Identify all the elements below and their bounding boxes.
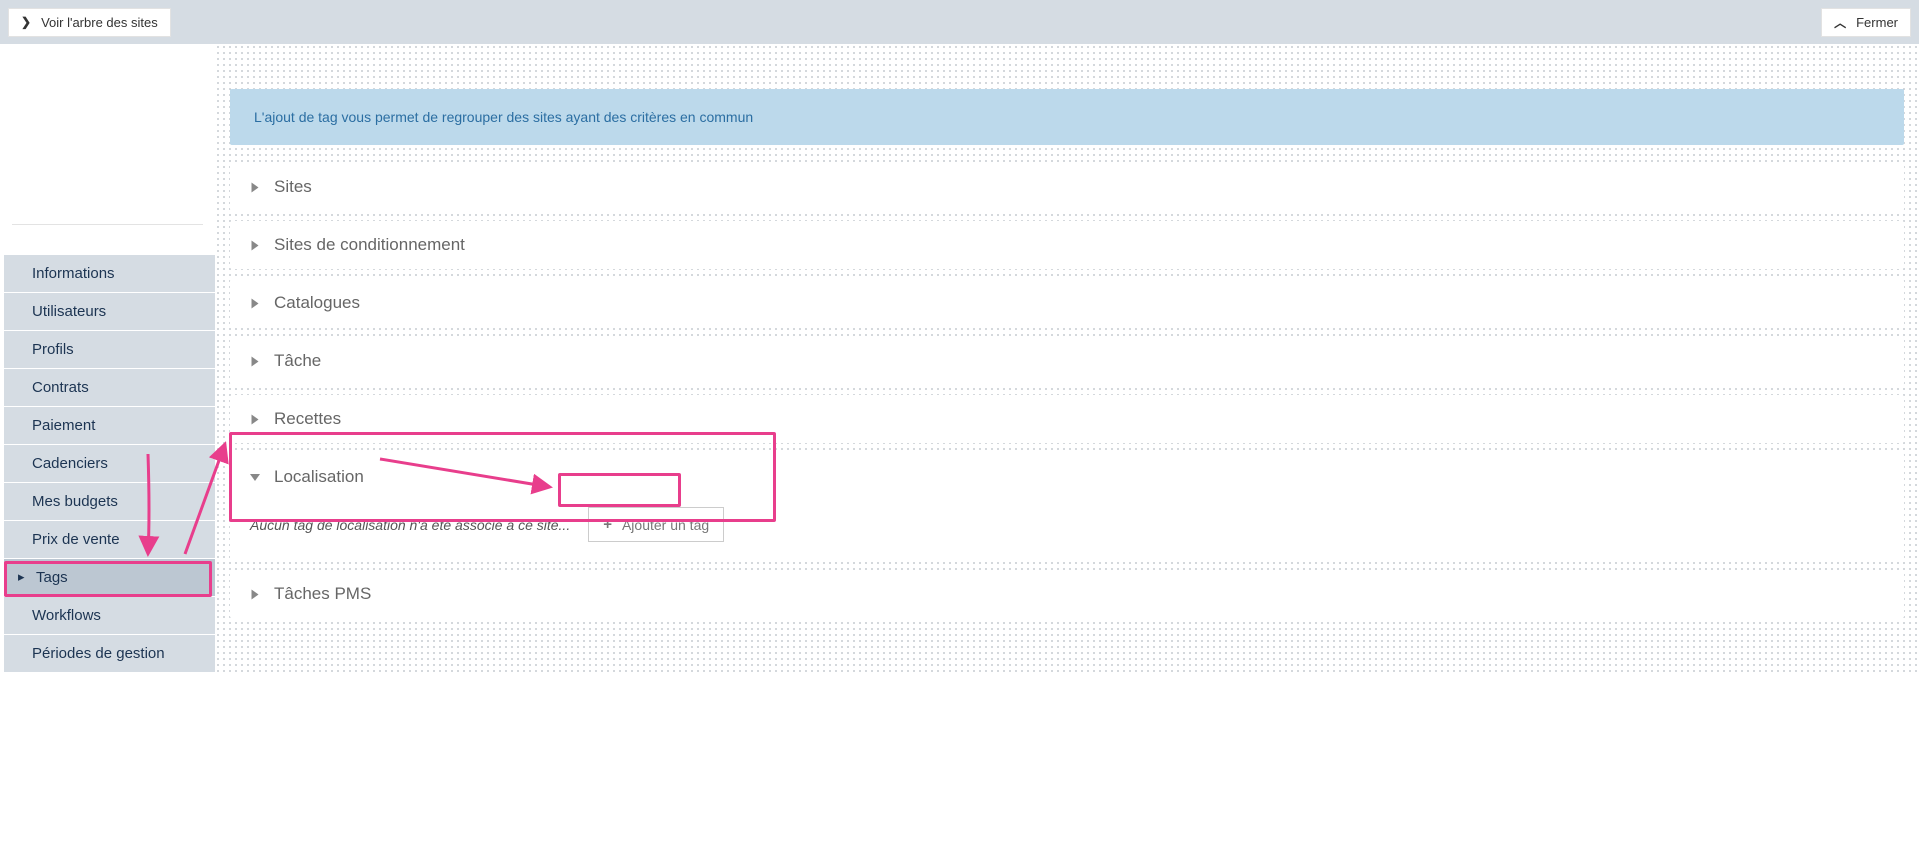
- caret-right-icon: [252, 298, 259, 308]
- accordion-header-catalogues[interactable]: Catalogues: [230, 279, 1904, 327]
- accordion-header-tache[interactable]: Tâche: [230, 337, 1904, 385]
- accordion-header-sites-conditionnement[interactable]: Sites de conditionnement: [230, 221, 1904, 269]
- accordion-body-localisation: Aucun tag de localisation n'a été associ…: [230, 501, 1904, 560]
- accordion-sites-conditionnement: Sites de conditionnement: [230, 221, 1904, 269]
- sidebar-item-utilisateurs[interactable]: Utilisateurs: [4, 293, 215, 330]
- sidebar-item-informations[interactable]: Informations: [4, 255, 215, 292]
- sidebar-item-profils[interactable]: Profils: [4, 331, 215, 368]
- plus-icon: +: [603, 516, 612, 533]
- top-bar: ❯ Voir l'arbre des sites ︿ Fermer: [0, 0, 1919, 44]
- caret-right-icon: [252, 240, 259, 250]
- sidebar-item-contrats[interactable]: Contrats: [4, 369, 215, 406]
- close-label: Fermer: [1856, 15, 1898, 30]
- sidebar-item-workflows[interactable]: Workflows: [4, 597, 215, 634]
- caret-right-icon: [252, 356, 259, 366]
- divider: [12, 224, 203, 225]
- caret-right-icon: [252, 414, 259, 424]
- accordion-header-recettes[interactable]: Recettes: [230, 395, 1904, 443]
- sidebar-item-paiement[interactable]: Paiement: [4, 407, 215, 444]
- sidebar: Informations Utilisateurs Profils Contra…: [0, 44, 215, 673]
- accordion-recettes: Recettes: [230, 395, 1904, 443]
- accordion-taches-pms: Tâches PMS: [230, 570, 1904, 618]
- accordion-sites: Sites: [230, 163, 1904, 211]
- sidebar-item-mes-budgets[interactable]: Mes budgets: [4, 483, 215, 520]
- info-banner: L'ajout de tag vous permet de regrouper …: [230, 89, 1904, 145]
- caret-down-icon: [250, 474, 260, 481]
- caret-right-icon: [252, 589, 259, 599]
- view-tree-button[interactable]: ❯ Voir l'arbre des sites: [8, 8, 171, 37]
- accordion-header-sites[interactable]: Sites: [230, 163, 1904, 211]
- sidebar-item-tags[interactable]: Tags: [4, 559, 215, 596]
- close-button[interactable]: ︿ Fermer: [1821, 8, 1911, 37]
- accordion-header-taches-pms[interactable]: Tâches PMS: [230, 570, 1904, 618]
- accordion-localisation: Localisation Aucun tag de localisation n…: [230, 453, 1904, 560]
- sidebar-item-prix-de-vente[interactable]: Prix de vente: [4, 521, 215, 558]
- view-tree-label: Voir l'arbre des sites: [41, 15, 158, 30]
- sidebar-item-cadenciers[interactable]: Cadenciers: [4, 445, 215, 482]
- accordion-header-localisation[interactable]: Localisation: [230, 453, 1904, 501]
- caret-right-icon: [252, 182, 259, 192]
- sidebar-item-periodes-de-gestion[interactable]: Périodes de gestion: [4, 635, 215, 672]
- add-tag-button[interactable]: + Ajouter un tag: [588, 507, 724, 542]
- accordion-catalogues: Catalogues: [230, 279, 1904, 327]
- chevron-up-icon: ︿: [1834, 17, 1846, 29]
- accordion-tache: Tâche: [230, 337, 1904, 385]
- empty-localisation-message: Aucun tag de localisation n'a été associ…: [250, 517, 570, 533]
- chevron-right-icon: ❯: [21, 16, 31, 28]
- main-panel: L'ajout de tag vous permet de regrouper …: [215, 44, 1919, 673]
